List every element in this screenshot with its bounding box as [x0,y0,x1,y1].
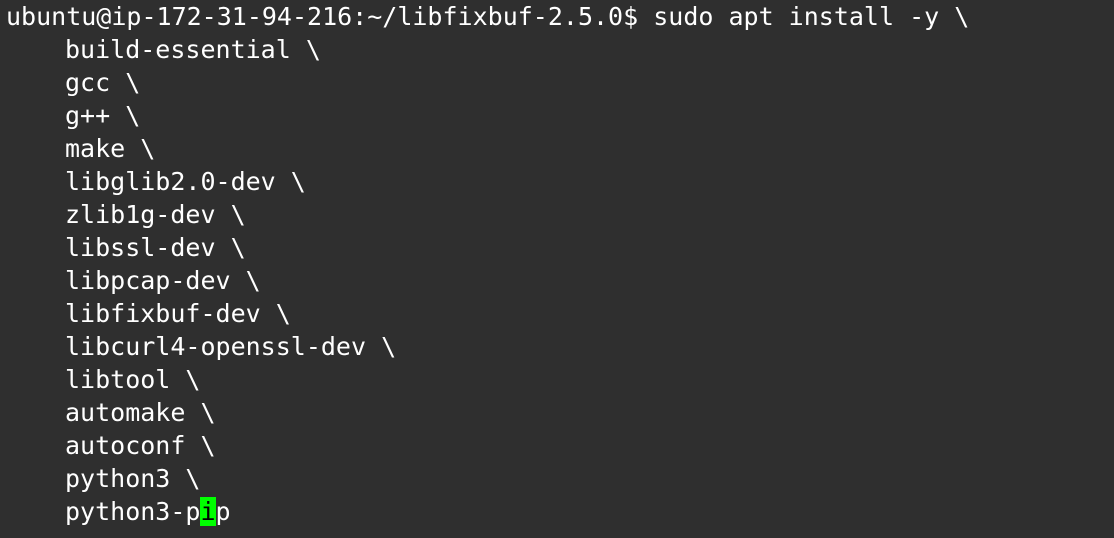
continuation-line: libfixbuf-dev \ [6,297,1114,330]
package-text: libtool \ [65,365,201,394]
shell-prompt: ubuntu@ip-172-31-94-216:~/libfixbuf-2.5.… [6,2,639,31]
terminal-window[interactable]: ubuntu@ip-172-31-94-216:~/libfixbuf-2.5.… [0,0,1114,538]
continuation-line: libpcap-dev \ [6,264,1114,297]
continuation-line: libglib2.0-dev \ [6,165,1114,198]
continuation-line: gcc \ [6,66,1114,99]
input-text-after-cursor: p [215,497,231,526]
text-cursor: i [200,497,216,526]
current-input-line[interactable]: python3-pip [6,495,1114,528]
continuation-line: libtool \ [6,363,1114,396]
continuation-line: libssl-dev \ [6,231,1114,264]
package-text: automake \ [65,398,216,427]
package-text: libfixbuf-dev \ [65,299,291,328]
continuation-line: automake \ [6,396,1114,429]
continuation-line: g++ \ [6,99,1114,132]
package-text: libcurl4-openssl-dev \ [65,332,397,361]
continuation-line: zlib1g-dev \ [6,198,1114,231]
continuation-line: libcurl4-openssl-dev \ [6,330,1114,363]
continuation-line: make \ [6,132,1114,165]
command-line: ubuntu@ip-172-31-94-216:~/libfixbuf-2.5.… [6,0,1114,33]
package-text: build-essential \ [65,35,321,64]
package-text: python3 \ [65,464,201,493]
command-text: sudo apt install -y \ [653,2,970,31]
package-text: gcc \ [65,68,141,97]
package-text: libpcap-dev \ [65,266,261,295]
continuation-line: build-essential \ [6,33,1114,66]
package-text: g++ \ [65,101,141,130]
input-text-before-cursor: python3-p [65,497,201,526]
package-text: zlib1g-dev \ [65,200,246,229]
continuation-line: autoconf \ [6,429,1114,462]
package-text: make \ [65,134,156,163]
package-text: libssl-dev \ [65,233,246,262]
package-text: autoconf \ [65,431,216,460]
continuation-line: python3 \ [6,462,1114,495]
package-text: libglib2.0-dev \ [65,167,306,196]
